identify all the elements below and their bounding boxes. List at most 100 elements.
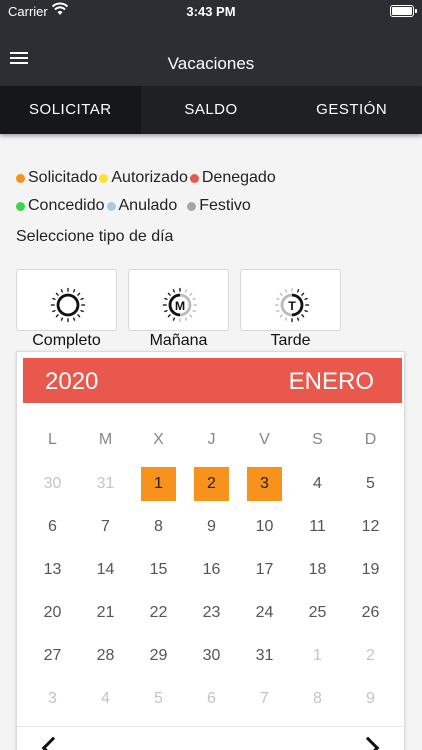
calendar-day[interactable]: 12 <box>344 505 397 548</box>
page-title: Vacaciones <box>167 54 255 73</box>
calendar-day-number: 3 <box>247 466 282 501</box>
status-legend: Solicitado Autorizado Denegado Concedido… <box>16 164 416 220</box>
calendar-day-number: 5 <box>154 689 163 707</box>
calendar-day[interactable]: 14 <box>79 548 132 591</box>
calendar-day-number: 9 <box>366 689 375 707</box>
calendar-day-other-month[interactable]: 2 <box>344 634 397 677</box>
calendar-day-number: 23 <box>202 603 221 621</box>
legend-solicitado: Solicitado <box>16 164 97 192</box>
sun-morning-icon: M <box>162 287 198 323</box>
calendar-day-other-month[interactable]: 3 <box>26 677 79 720</box>
calendar-day[interactable]: 23 <box>185 591 238 634</box>
calendar-day-number: 3 <box>48 689 57 707</box>
previous-month-icon[interactable] <box>41 736 65 750</box>
calendar-day-other-month[interactable]: 9 <box>344 677 397 720</box>
calendar-day[interactable]: 28 <box>79 634 132 677</box>
calendar-day[interactable]: 30 <box>185 634 238 677</box>
calendar-day[interactable]: 5 <box>344 462 397 505</box>
calendar-day[interactable]: 31 <box>238 634 291 677</box>
day-type-completo-button[interactable] <box>16 269 117 331</box>
calendar-year[interactable]: 2020 <box>45 368 98 396</box>
calendar-day-other-month[interactable]: 31 <box>79 462 132 505</box>
calendar-day-number: 1 <box>313 646 322 664</box>
calendar-day[interactable]: 10 <box>238 505 291 548</box>
calendar-day-other-month[interactable]: 1 <box>291 634 344 677</box>
calendar-day-number: 9 <box>207 517 216 535</box>
calendar-day-number: 12 <box>361 517 380 535</box>
calendar-day[interactable]: 9 <box>185 505 238 548</box>
weekday-label: J <box>207 431 216 448</box>
calendar-grid: LMXJVSD 30 31 1 2 3 4 5 6 7 8 9 10 11 12 13 14 15 16 17 18 1… <box>17 420 406 720</box>
legend-dot-icon <box>16 173 25 183</box>
calendar-day-number: 18 <box>308 560 327 578</box>
calendar-day[interactable]: 25 <box>291 591 344 634</box>
calendar-day-number: 8 <box>313 689 322 707</box>
calendar-day-other-month[interactable]: 7 <box>238 677 291 720</box>
calendar-day[interactable]: 24 <box>238 591 291 634</box>
svg-text:M: M <box>175 299 185 313</box>
calendar-day-number: 31 <box>96 474 115 492</box>
calendar-day[interactable]: 6 <box>26 505 79 548</box>
calendar-day[interactable]: 13 <box>26 548 79 591</box>
calendar-day-number: 19 <box>361 560 380 578</box>
day-type-tarde-button[interactable]: T <box>240 269 341 331</box>
calendar-day-number: 29 <box>149 646 168 664</box>
legend-dot-icon <box>189 173 199 183</box>
legend-dot-icon <box>106 201 116 211</box>
calendar-day[interactable]: 29 <box>132 634 185 677</box>
calendar-day[interactable]: 26 <box>344 591 397 634</box>
tab-solicitar[interactable]: SOLICITAR <box>0 86 141 134</box>
calendar-day[interactable]: 18 <box>291 548 344 591</box>
calendar-day[interactable]: 19 <box>344 548 397 591</box>
weekday-label: X <box>153 431 164 448</box>
tab-gestion[interactable]: GESTIÓN <box>281 86 422 134</box>
calendar-day[interactable]: 15 <box>132 548 185 591</box>
calendar-month[interactable]: ENERO <box>289 368 374 396</box>
calendar-day[interactable]: 7 <box>79 505 132 548</box>
day-type-manana-label: Mañana <box>149 332 208 349</box>
calendar-day-number: 4 <box>313 474 322 492</box>
calendar-day-other-month[interactable]: 4 <box>79 677 132 720</box>
day-type-prompt: Seleccione tipo de día <box>16 228 174 245</box>
calendar: 2020 ENERO LMXJVSD 30 31 1 2 3 4 5 6 7 8 9 10 11 12 13… <box>16 351 406 750</box>
calendar-day-number: 11 <box>309 517 326 535</box>
calendar-day-selected[interactable]: 1 <box>132 462 185 505</box>
day-type-tarde-label: Tarde <box>270 332 311 349</box>
next-month-icon[interactable] <box>356 736 380 750</box>
calendar-day[interactable]: 22 <box>132 591 185 634</box>
legend-denegado: Denegado <box>189 164 276 192</box>
weekday-label: D <box>364 431 377 448</box>
calendar-week-row: 13 14 15 16 17 18 19 <box>26 548 406 591</box>
calendar-day-number: 1 <box>141 466 176 501</box>
day-type-manana-button[interactable]: M <box>128 269 229 331</box>
calendar-day-number: 17 <box>255 560 274 578</box>
calendar-day[interactable]: 11 <box>291 505 344 548</box>
calendar-day-selected[interactable]: 3 <box>238 462 291 505</box>
calendar-day-number: 2 <box>366 646 375 664</box>
weekday-label: L <box>48 431 57 448</box>
calendar-day[interactable]: 8 <box>132 505 185 548</box>
tab-saldo[interactable]: SALDO <box>141 86 282 134</box>
calendar-day[interactable]: 27 <box>26 634 79 677</box>
calendar-day[interactable]: 20 <box>26 591 79 634</box>
calendar-day[interactable]: 21 <box>79 591 132 634</box>
calendar-day-selected[interactable]: 2 <box>185 462 238 505</box>
calendar-day-number: 7 <box>101 517 110 535</box>
legend-concedido: Concedido <box>16 192 105 220</box>
calendar-day[interactable]: 17 <box>238 548 291 591</box>
calendar-day-number: 15 <box>149 560 168 578</box>
calendar-week-row: 27 28 29 30 31 1 2 <box>26 634 406 677</box>
calendar-day-other-month[interactable]: 30 <box>26 462 79 505</box>
calendar-week-row: 20 21 22 23 24 25 26 <box>26 591 406 634</box>
calendar-day-number: 27 <box>43 646 62 664</box>
calendar-day-number: 2 <box>194 466 229 501</box>
calendar-day-other-month[interactable]: 5 <box>132 677 185 720</box>
calendar-day[interactable]: 4 <box>291 462 344 505</box>
calendar-day-other-month[interactable]: 8 <box>291 677 344 720</box>
sun-afternoon-icon: T <box>274 287 310 323</box>
status-bar: Carrier 3:43 PM <box>0 0 422 22</box>
legend-festivo: Festivo <box>187 192 251 220</box>
calendar-day-number: 31 <box>255 646 274 664</box>
calendar-day[interactable]: 16 <box>185 548 238 591</box>
calendar-day-other-month[interactable]: 6 <box>185 677 238 720</box>
